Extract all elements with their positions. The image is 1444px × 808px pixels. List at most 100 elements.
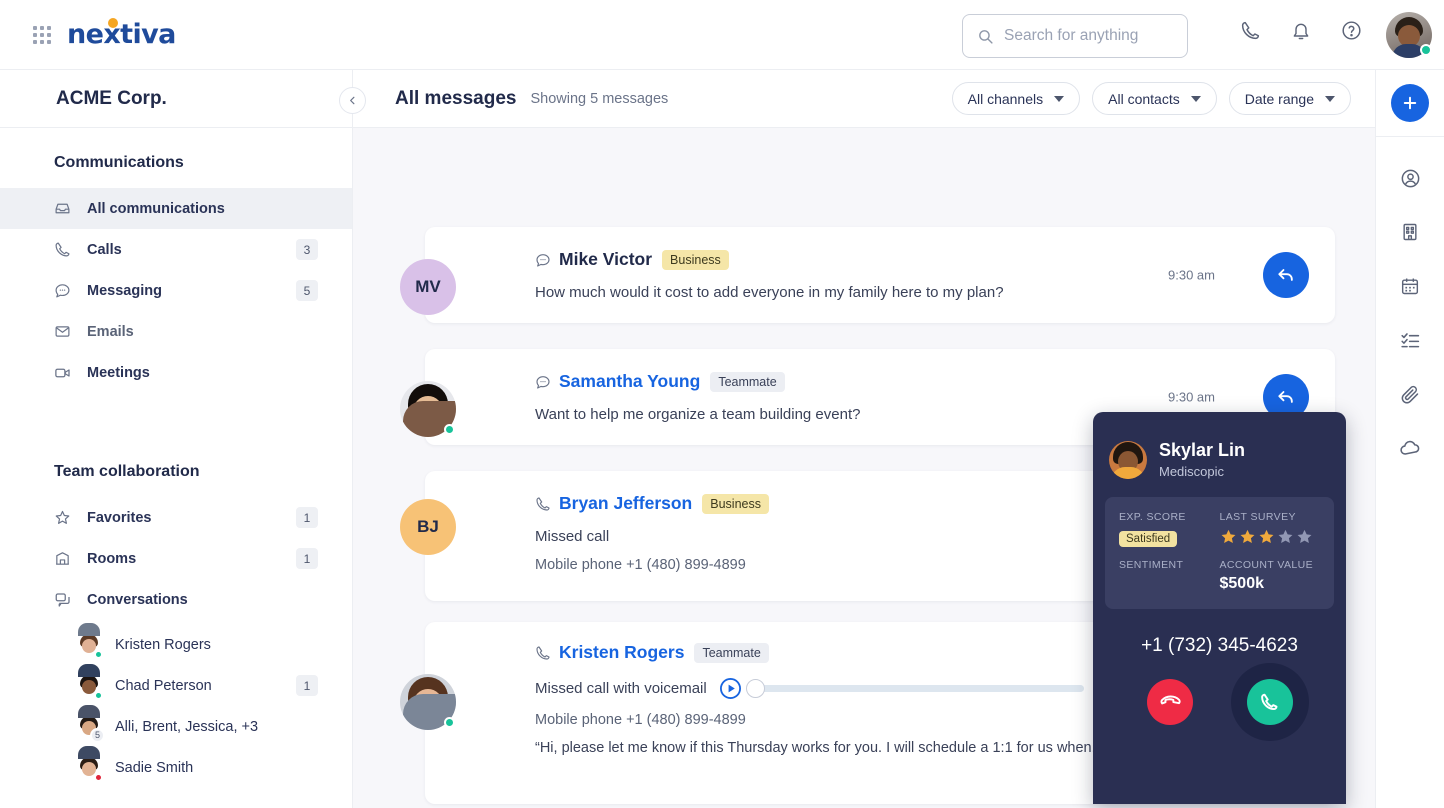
contact-header: Skylar Lin Mediscopic: [1093, 412, 1346, 479]
contact-icon[interactable]: [1394, 165, 1426, 191]
star-icon: [1240, 529, 1254, 544]
message-text: How much would it cost to add everyone i…: [535, 284, 1004, 301]
contact-stats: EXP. SCORE Satisfied LAST SURVEY SENTIME…: [1105, 497, 1334, 609]
contact-name: Skylar Lin: [1159, 440, 1246, 460]
voicemail-progress-track[interactable]: [745, 679, 1084, 698]
status-badge: Teammate: [694, 642, 769, 663]
avatar: [400, 381, 456, 437]
star-icon: [54, 509, 74, 526]
sidebar-label: Calls: [87, 241, 122, 258]
sender-name[interactable]: Bryan Jefferson: [559, 493, 692, 514]
avatar: [76, 745, 103, 782]
sender-name[interactable]: Samantha Young: [559, 371, 700, 392]
star-rating: [1220, 528, 1321, 545]
filter-all-contacts[interactable]: All contacts: [1092, 82, 1217, 115]
status-badge: Business: [662, 249, 729, 270]
phone-icon: [535, 496, 551, 512]
sidebar-collapse-button[interactable]: [339, 87, 366, 114]
sidebar-badge-messaging: 5: [296, 280, 318, 301]
status-badge: Business: [702, 493, 769, 514]
conversation-item-group[interactable]: 5 Alli, Brent, Jessica, +3: [0, 704, 352, 747]
sidebar-item-rooms[interactable]: Rooms 1: [0, 538, 352, 579]
chat-icon: [535, 252, 551, 268]
help-icon[interactable]: [1341, 20, 1362, 41]
avatar-group: 5: [76, 704, 105, 743]
timestamp: 9:30 am: [1168, 267, 1215, 283]
avatar: [400, 674, 456, 730]
sender-name[interactable]: Mike Victor: [559, 249, 652, 270]
filter-label: Date range: [1244, 90, 1314, 107]
conversations-icon: [54, 591, 74, 609]
org-header: ACME Corp.: [0, 70, 366, 128]
conversation-item-sadie-smith[interactable]: Sadie Smith: [0, 745, 352, 788]
filter-all-channels[interactable]: All channels: [951, 82, 1081, 115]
contact-avatar: [1109, 440, 1147, 479]
conversation-name: Chad Peterson: [115, 677, 212, 694]
sidebar-item-meetings[interactable]: Meetings: [0, 352, 352, 393]
sidebar-item-calls[interactable]: Calls 3: [0, 229, 352, 270]
filter-date-range[interactable]: Date range: [1228, 82, 1351, 115]
attachment-icon[interactable]: [1394, 381, 1426, 407]
search-input[interactable]: Search for anything: [962, 14, 1188, 58]
avatar-initials: MV: [415, 277, 441, 296]
conversation-item-kristen-rogers[interactable]: Kristen Rogers: [0, 622, 352, 665]
timestamp: 9:30 am: [1168, 389, 1215, 405]
sidebar-item-favorites[interactable]: Favorites 1: [0, 497, 352, 538]
top-icon-group: [1240, 20, 1362, 41]
voicemail-scrubber-handle[interactable]: [745, 679, 765, 698]
section-title-team-collaboration: Team collaboration: [54, 463, 200, 480]
top-bar: nextiva Search for anything: [0, 0, 1444, 70]
sidebar-badge-favorites: 1: [296, 507, 318, 528]
stat-label: LAST SURVEY: [1219, 511, 1296, 523]
sidebar-item-conversations[interactable]: Conversations: [0, 579, 352, 620]
incoming-call-card[interactable]: Skylar Lin Mediscopic EXP. SCORE Satisfi…: [1093, 412, 1346, 804]
phone-icon[interactable]: [1240, 20, 1261, 41]
play-icon[interactable]: [719, 677, 742, 700]
sidebar-label: Emails: [87, 323, 134, 340]
accept-call-button[interactable]: [1246, 679, 1293, 725]
page-title: All messages: [395, 87, 517, 109]
accept-call-ring: [1230, 663, 1309, 741]
bell-icon[interactable]: [1291, 21, 1311, 41]
sidebar-badge-rooms: 1: [296, 548, 318, 569]
phone-icon: [54, 241, 74, 258]
calendar-icon[interactable]: [1394, 273, 1426, 299]
sender-name[interactable]: Kristen Rogers: [559, 642, 684, 663]
conversation-name: Alli, Brent, Jessica, +3: [115, 718, 259, 735]
logo-text: nextiva: [67, 19, 176, 50]
chevron-down-icon: [1190, 95, 1201, 102]
tasklist-icon[interactable]: [1394, 327, 1426, 353]
add-button[interactable]: [1391, 84, 1429, 122]
sidebar-item-messaging[interactable]: Messaging 5: [0, 270, 352, 311]
cloud-icon[interactable]: [1394, 435, 1426, 461]
stat-last-survey: LAST SURVEY: [1220, 511, 1321, 547]
message-text: Missed call with voicemail: [535, 680, 707, 697]
sidebar-item-emails[interactable]: Emails: [0, 311, 352, 352]
status-dot: [444, 424, 455, 435]
search-icon: [977, 28, 994, 45]
decline-call-button[interactable]: [1146, 679, 1193, 725]
chat-icon: [535, 374, 551, 390]
grid-apps-icon[interactable]: [33, 25, 51, 44]
section-title-communications: Communications: [54, 154, 184, 171]
avatar-status-dot: [1420, 44, 1432, 56]
sidebar-item-all-communications[interactable]: All communications: [0, 188, 352, 229]
conversation-item-chad-peterson[interactable]: Chad Peterson 1: [0, 663, 352, 706]
sidebar-label: Favorites: [87, 509, 152, 526]
filter-label: All contacts: [1108, 90, 1180, 107]
page-subtitle: Showing 5 messages: [530, 90, 669, 107]
nextiva-logo[interactable]: nextiva: [67, 18, 176, 50]
exp-score-badge: Satisfied: [1119, 531, 1178, 547]
envelope-icon: [54, 323, 74, 340]
filter-label: All channels: [967, 90, 1044, 107]
rail-divider: [1375, 136, 1444, 137]
message-card-mike-victor[interactable]: MV Mike Victor Business How much would i…: [400, 227, 1335, 323]
stat-label: ACCOUNT VALUE: [1219, 559, 1313, 571]
filter-group: All channels All contacts Date range: [951, 82, 1351, 115]
building-icon[interactable]: [1394, 219, 1426, 245]
group-count-badge: 5: [90, 727, 105, 743]
star-icon: [1221, 529, 1235, 544]
right-rail: [1375, 70, 1444, 808]
conversation-name: Kristen Rogers: [115, 636, 211, 653]
reply-button[interactable]: [1263, 252, 1309, 298]
